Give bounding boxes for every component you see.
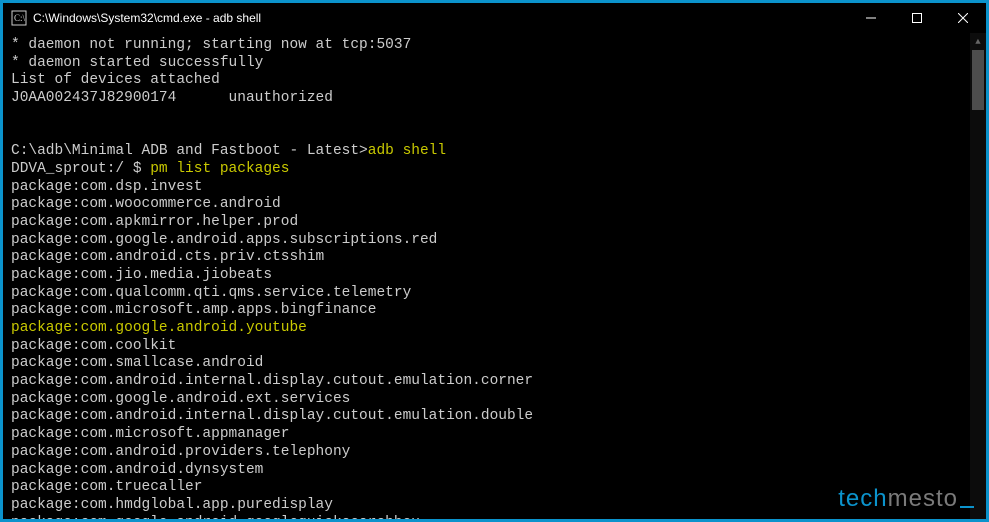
cmd-window: C:\ C:\Windows\System32\cmd.exe - adb sh… — [3, 3, 986, 519]
watermark-part2: mesto — [888, 485, 958, 512]
scroll-thumb[interactable] — [972, 50, 984, 110]
watermark-part1: tech — [838, 485, 887, 512]
scrollbar[interactable]: ▲ — [970, 33, 986, 519]
cmd-icon: C:\ — [11, 10, 27, 26]
svg-text:C:\: C:\ — [14, 13, 26, 23]
minimize-button[interactable] — [848, 3, 894, 33]
watermark-cursor-icon — [960, 506, 974, 508]
close-button[interactable] — [940, 3, 986, 33]
terminal-output[interactable]: * daemon not running; starting now at tc… — [3, 33, 986, 519]
maximize-button[interactable] — [894, 3, 940, 33]
terminal-area: * daemon not running; starting now at tc… — [3, 33, 986, 519]
titlebar[interactable]: C:\ C:\Windows\System32\cmd.exe - adb sh… — [3, 3, 986, 33]
window-title: C:\Windows\System32\cmd.exe - adb shell — [33, 11, 848, 25]
window-controls — [848, 3, 986, 33]
watermark-logo: techmesto — [838, 485, 974, 513]
scroll-up-icon[interactable]: ▲ — [970, 33, 986, 50]
